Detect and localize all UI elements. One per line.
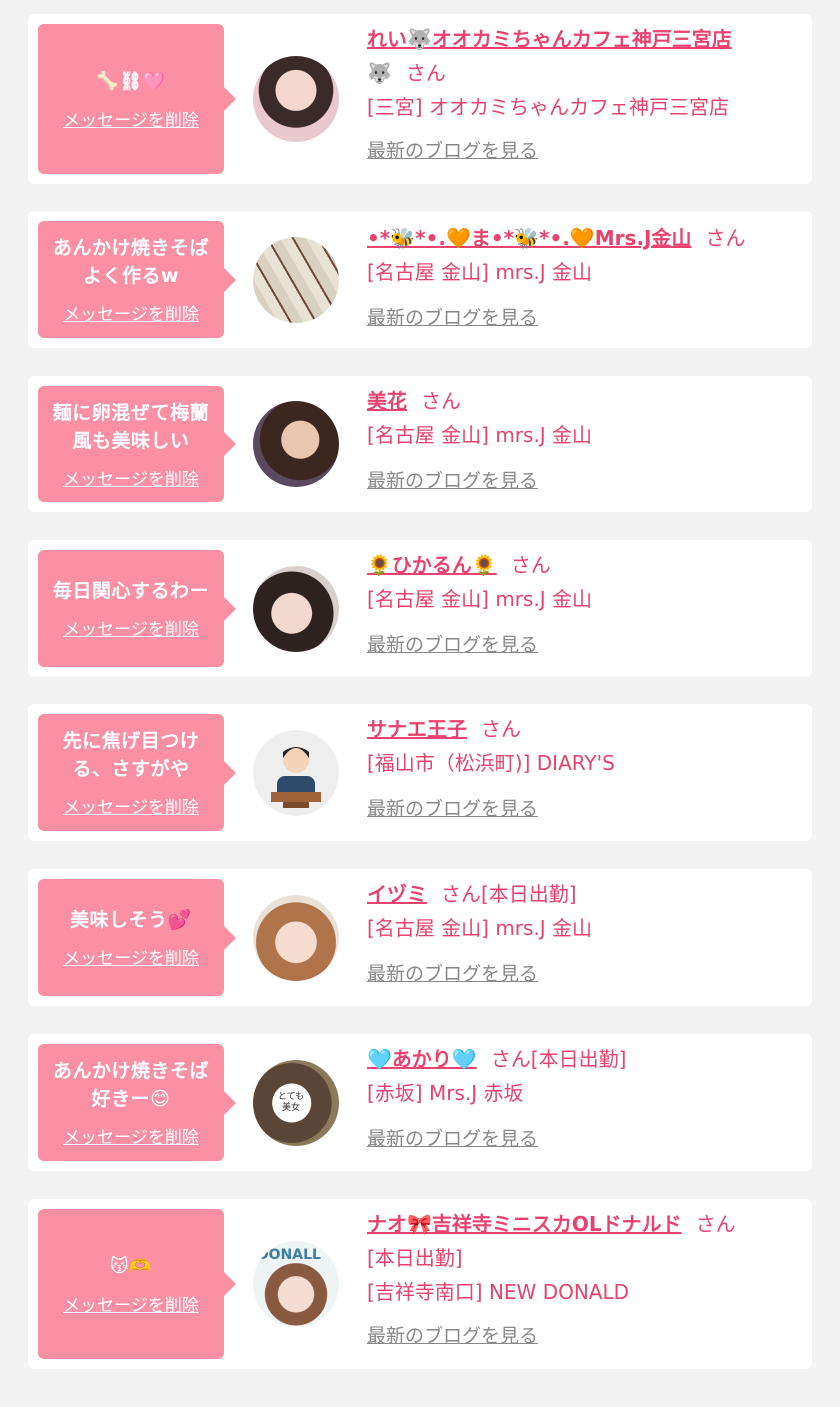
delete-message-link[interactable]: メッセージを削除	[63, 793, 199, 818]
message-text: 🦴⛓🩷	[96, 70, 166, 92]
user-name-link[interactable]: 🌻ひかるん🌻	[367, 553, 497, 577]
user-name-link[interactable]: 🩵あかり🩵	[367, 1047, 477, 1071]
message-text: 毎日関心するわー	[52, 580, 209, 602]
message-bubble: 🦴⛓🩷 メッセージを削除	[38, 24, 236, 174]
message-text: 先に焦げ目つけ る、さすがや	[62, 730, 200, 780]
message-text: あんかけ焼きそば 好きー😊	[52, 1060, 209, 1110]
message-text: 😽🫶	[109, 1255, 153, 1277]
message-text: 麺に卵混ぜて梅蘭 風も美味しい	[52, 401, 210, 452]
message-bubble: 先に焦げ目つけ る、さすがや メッセージを削除	[38, 714, 236, 831]
message-text: あんかけ焼きそば よく作るw	[52, 237, 209, 287]
message-card: 麺に卵混ぜて梅蘭 風も美味しい メッセージを削除 美花 さん [名古屋 金山] m…	[28, 376, 812, 512]
shift-status: [本日出勤]	[367, 1246, 463, 1270]
latest-blog-link[interactable]: 最新のブログを見る	[367, 303, 538, 330]
message-card: 先に焦げ目つけ る、さすがや メッセージを削除 サナエ王子 さん [福山市（松浜町…	[28, 704, 812, 841]
honorific: さん	[405, 61, 446, 85]
shop-label: [赤坂] Mrs.J 赤坂	[367, 1081, 524, 1105]
user-name-link[interactable]: ナオ🎀吉祥寺ミニスカOLドナルド	[367, 1212, 682, 1236]
delete-message-link[interactable]: メッセージを削除	[63, 1123, 199, 1148]
user-name-link[interactable]: •*🐝*•.🧡ま•*🐝*•.🧡Mrs.J金山	[367, 226, 691, 250]
shop-label: [三宮] オオカミちゃんカフェ神戸三宮店	[367, 95, 729, 119]
message-text: 美味しそう💕	[70, 909, 192, 931]
honorific: さん	[481, 717, 521, 741]
avatar[interactable]: DONALL	[253, 1241, 339, 1327]
latest-blog-link[interactable]: 最新のブログを見る	[367, 136, 538, 163]
avatar[interactable]	[253, 566, 339, 652]
avatar[interactable]	[253, 401, 339, 487]
user-name-link[interactable]: イヅミ	[367, 882, 427, 906]
delete-message-link[interactable]: メッセージを削除	[63, 1291, 199, 1316]
avatar-caption: DONALL	[257, 1247, 321, 1263]
message-card: あんかけ焼きそば よく作るw メッセージを削除 •*🐝*•.🧡ま•*🐝*•.🧡M…	[28, 211, 812, 348]
shop-label: [吉祥寺南口] NEW DONALD	[367, 1280, 630, 1304]
shop-label: [名古屋 金山] mrs.J 金山	[367, 260, 593, 284]
message-bubble: 毎日関心するわー メッセージを削除	[38, 550, 236, 667]
avatar[interactable]	[253, 237, 339, 323]
honorific: さん	[510, 553, 551, 577]
message-card: 😽🫶 メッセージを削除 DONALL ナオ🎀吉祥寺ミニスカOLドナルド さん [本…	[28, 1199, 812, 1369]
message-card: 美味しそう💕 メッセージを削除 イヅミ さん[本日出勤] [名古屋 金山] mrs…	[28, 869, 812, 1006]
shop-label: [福山市（松浜町)] DIARY'S	[367, 751, 615, 775]
delete-message-link[interactable]: メッセージを削除	[63, 300, 199, 325]
message-card: 毎日関心するわー メッセージを削除 🌻ひかるん🌻 さん [名古屋 金山] mrs.…	[28, 540, 812, 677]
shop-label: [名古屋 金山] mrs.J 金山	[367, 587, 593, 611]
user-name-link[interactable]: サナエ王子	[367, 717, 467, 741]
delete-message-link[interactable]: メッセージを削除	[63, 465, 199, 490]
avatar[interactable]	[253, 895, 339, 981]
user-name-link[interactable]: 美花	[367, 389, 407, 413]
message-bubble: 😽🫶 メッセージを削除	[38, 1209, 236, 1359]
name-suffix-icon: 🐺	[367, 61, 392, 85]
message-card: あんかけ焼きそば 好きー😊 メッセージを削除 とても美女 🩵あかり🩵 さん[本日出…	[28, 1034, 812, 1171]
latest-blog-link[interactable]: 最新のブログを見る	[367, 794, 538, 821]
message-bubble: 美味しそう💕 メッセージを削除	[38, 879, 236, 996]
delete-message-link[interactable]: メッセージを削除	[63, 944, 199, 969]
shop-label: [名古屋 金山] mrs.J 金山	[367, 916, 593, 940]
avatar[interactable]	[253, 56, 339, 142]
avatar[interactable]: とても美女	[253, 1060, 339, 1146]
honorific: さん[本日出勤]	[490, 1047, 627, 1071]
honorific: さん	[695, 1212, 736, 1236]
latest-blog-link[interactable]: 最新のブログを見る	[367, 630, 538, 657]
message-bubble: あんかけ焼きそば よく作るw メッセージを削除	[38, 221, 236, 338]
delete-message-link[interactable]: メッセージを削除	[63, 615, 199, 640]
user-name-link[interactable]: れい🐺オオカミちゃんカフェ神戸三宮店	[367, 27, 732, 51]
avatar-caption: とても美女	[277, 1092, 305, 1113]
message-bubble: あんかけ焼きそば 好きー😊 メッセージを削除	[38, 1044, 236, 1161]
honorific: さん	[705, 226, 746, 250]
latest-blog-link[interactable]: 最新のブログを見る	[367, 1321, 538, 1348]
person-icon	[271, 747, 321, 808]
latest-blog-link[interactable]: 最新のブログを見る	[367, 1124, 538, 1151]
honorific: さん[本日出勤]	[441, 882, 577, 906]
shop-label: [名古屋 金山] mrs.J 金山	[367, 423, 593, 447]
message-card: 🦴⛓🩷 メッセージを削除 れい🐺オオカミちゃんカフェ神戸三宮店 🐺 さん [三宮]…	[28, 14, 812, 184]
latest-blog-link[interactable]: 最新のブログを見る	[367, 466, 538, 493]
message-bubble: 麺に卵混ぜて梅蘭 風も美味しい メッセージを削除	[38, 386, 236, 502]
delete-message-link[interactable]: メッセージを削除	[63, 106, 199, 131]
honorific: さん	[421, 389, 461, 413]
avatar[interactable]	[253, 730, 339, 816]
latest-blog-link[interactable]: 最新のブログを見る	[367, 959, 538, 986]
